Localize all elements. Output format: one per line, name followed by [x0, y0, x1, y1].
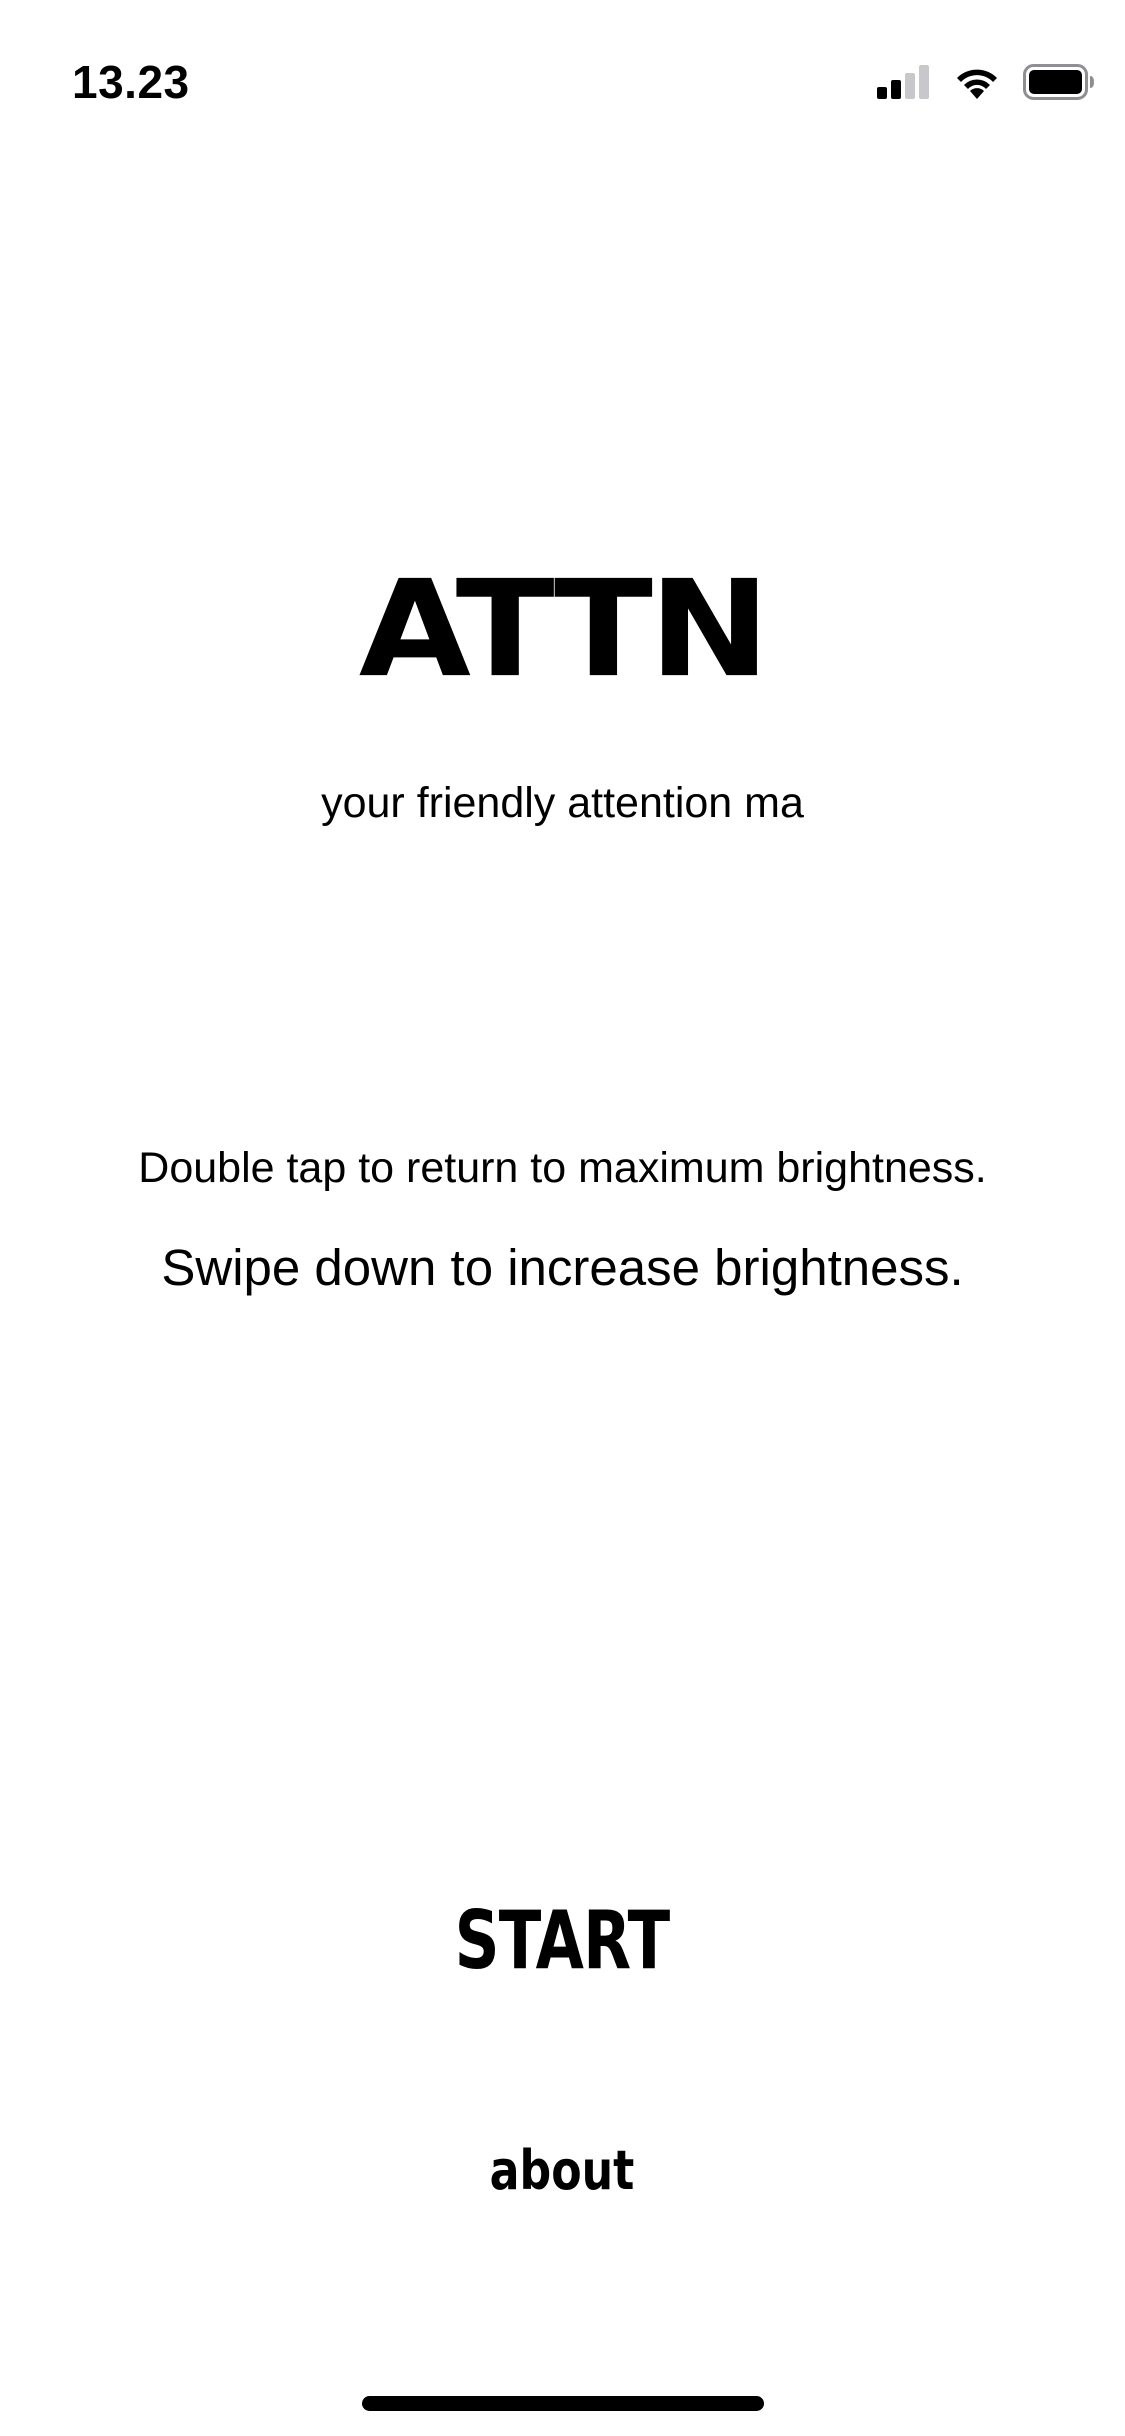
- battery-icon: [1023, 64, 1095, 100]
- about-link[interactable]: about: [439, 2130, 685, 2210]
- home-indicator[interactable]: [362, 2396, 764, 2411]
- double-tap-hint: Double tap to return to maximum brightne…: [138, 1144, 987, 1192]
- app-tagline: your friendly attention ma: [321, 779, 804, 827]
- swipe-down-hint: Swipe down to increase brightness.: [161, 1239, 964, 1296]
- app-title: ATTN: [358, 551, 770, 708]
- status-icons: [877, 62, 1095, 102]
- status-time: 13.23: [72, 56, 190, 108]
- start-button[interactable]: START: [406, 1880, 718, 2000]
- signal-icon: [877, 65, 931, 99]
- status-bar: 13.23: [0, 0, 1125, 140]
- wifi-icon: [953, 65, 1001, 99]
